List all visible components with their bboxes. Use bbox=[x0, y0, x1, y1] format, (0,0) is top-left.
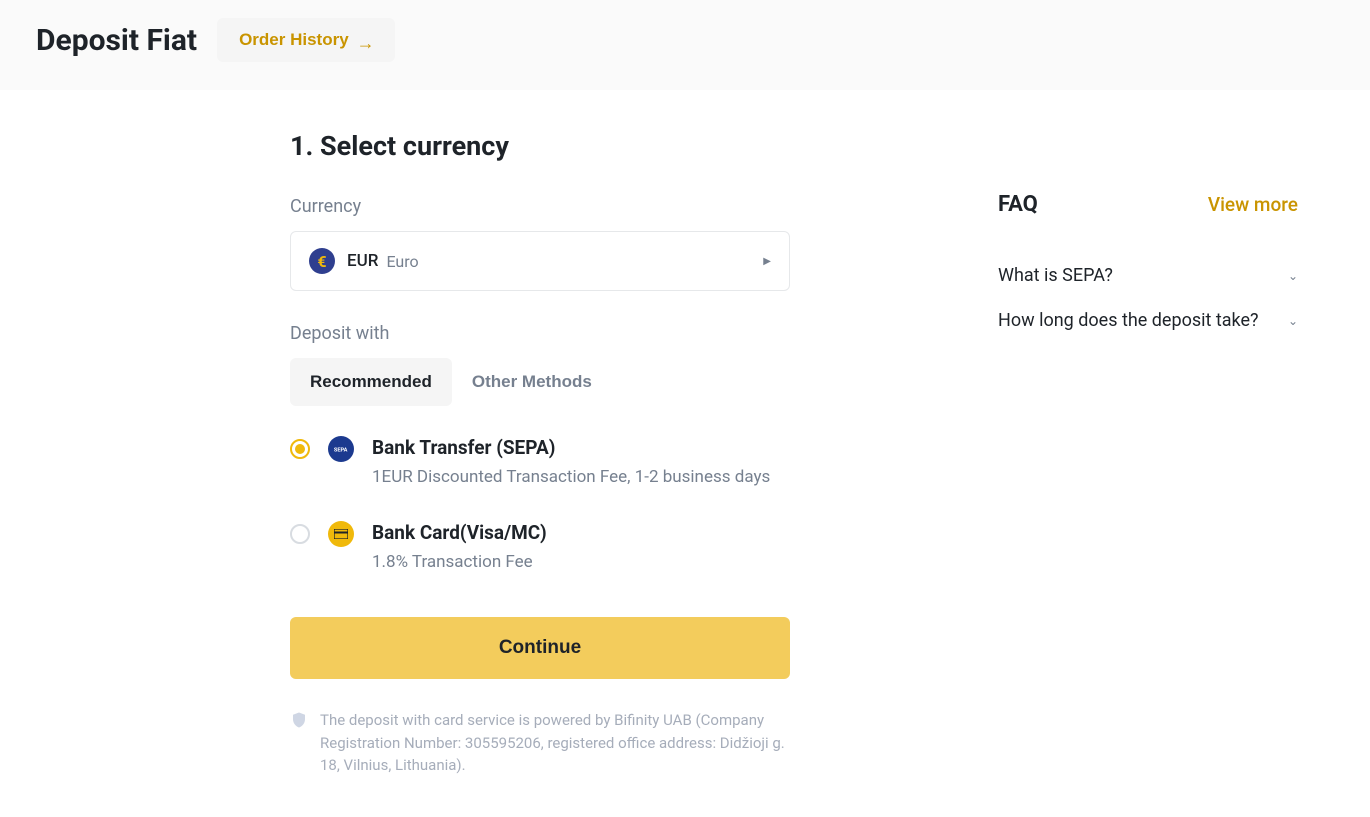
method-title: Bank Card(Visa/MC) bbox=[372, 521, 790, 544]
faq-item[interactable]: How long does the deposit take? ⌄ bbox=[998, 298, 1298, 343]
deposit-form: 1. Select currency Currency € EUR Euro ▶… bbox=[290, 130, 790, 777]
method-tabs: Recommended Other Methods bbox=[290, 358, 790, 406]
method-body: Bank Transfer (SEPA) 1EUR Discounted Tra… bbox=[372, 436, 790, 491]
currency-name: Euro bbox=[386, 252, 418, 271]
credit-card-icon bbox=[334, 529, 348, 539]
faq-view-more-link[interactable]: View more bbox=[1208, 193, 1298, 216]
faq-question: How long does the deposit take? bbox=[998, 310, 1259, 331]
faq-title: FAQ bbox=[998, 192, 1038, 217]
method-sepa[interactable]: SEPA Bank Transfer (SEPA) 1EUR Discounte… bbox=[290, 436, 790, 491]
faq-question: What is SEPA? bbox=[998, 265, 1113, 286]
continue-button[interactable]: Continue bbox=[290, 617, 790, 679]
arrow-right-icon bbox=[357, 34, 373, 46]
currency-label: Currency bbox=[290, 196, 790, 217]
euro-icon: € bbox=[309, 248, 335, 274]
order-history-label: Order History bbox=[239, 30, 349, 50]
chevron-down-icon: ⌄ bbox=[1288, 269, 1298, 283]
deposit-with-label: Deposit with bbox=[290, 323, 790, 344]
sepa-icon: SEPA bbox=[328, 436, 354, 462]
order-history-button[interactable]: Order History bbox=[217, 18, 395, 62]
faq-item[interactable]: What is SEPA? ⌄ bbox=[998, 253, 1298, 298]
faq-header: FAQ View more bbox=[998, 192, 1298, 217]
method-title: Bank Transfer (SEPA) bbox=[372, 436, 790, 459]
tab-other-methods[interactable]: Other Methods bbox=[452, 358, 612, 406]
currency-code: EUR bbox=[347, 251, 378, 271]
main-container: 1. Select currency Currency € EUR Euro ▶… bbox=[0, 90, 1370, 817]
method-desc: 1EUR Discounted Transaction Fee, 1-2 bus… bbox=[372, 465, 790, 491]
chevron-right-icon: ▶ bbox=[763, 256, 771, 267]
radio-sepa[interactable] bbox=[290, 439, 310, 459]
page-title: Deposit Fiat bbox=[36, 23, 197, 58]
step-heading: 1. Select currency bbox=[290, 130, 790, 162]
shield-icon bbox=[290, 711, 308, 729]
currency-select[interactable]: € EUR Euro ▶ bbox=[290, 231, 790, 291]
tab-recommended[interactable]: Recommended bbox=[290, 358, 452, 406]
radio-card[interactable] bbox=[290, 524, 310, 544]
chevron-down-icon: ⌄ bbox=[1288, 314, 1298, 328]
method-body: Bank Card(Visa/MC) 1.8% Transaction Fee bbox=[372, 521, 790, 576]
method-card[interactable]: Bank Card(Visa/MC) 1.8% Transaction Fee bbox=[290, 521, 790, 576]
card-icon bbox=[328, 521, 354, 547]
faq-panel: FAQ View more What is SEPA? ⌄ How long d… bbox=[998, 130, 1298, 777]
disclaimer-text: The deposit with card service is powered… bbox=[320, 709, 790, 777]
method-desc: 1.8% Transaction Fee bbox=[372, 550, 790, 576]
disclaimer: The deposit with card service is powered… bbox=[290, 709, 790, 777]
top-header: Deposit Fiat Order History bbox=[0, 0, 1370, 90]
